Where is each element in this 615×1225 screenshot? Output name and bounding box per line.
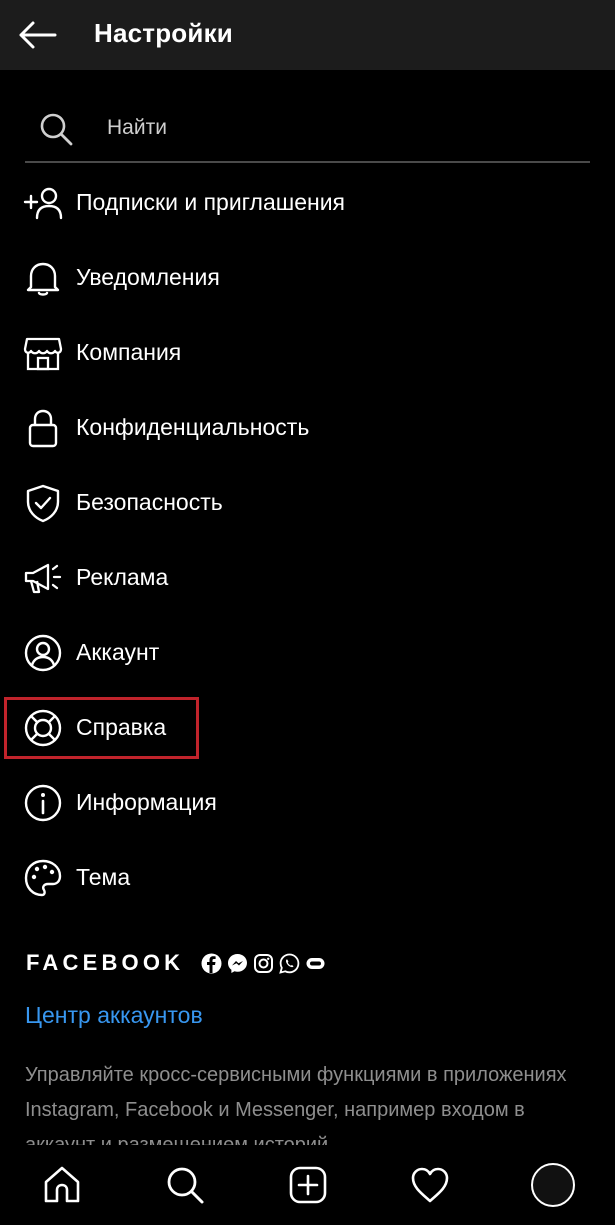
- menu-item-label: Безопасность: [76, 489, 223, 515]
- arrow-left-icon: [19, 21, 57, 49]
- info-icon: [23, 783, 63, 823]
- bell-icon: [23, 258, 63, 298]
- bottom-navigation: [0, 1145, 615, 1225]
- highlight-frame: [4, 697, 199, 759]
- menu-item-label: Информация: [76, 789, 217, 815]
- menu-item-security[interactable]: Безопасность: [0, 465, 615, 540]
- menu-item-label: Уведомления: [76, 264, 220, 290]
- menu-item-notifications[interactable]: Уведомления: [0, 240, 615, 315]
- portal-icon: [305, 953, 326, 974]
- menu-item-label: Тема: [76, 864, 131, 890]
- facebook-icon: [201, 953, 222, 974]
- back-button[interactable]: [16, 14, 58, 56]
- menu-item-label: Конфиденциальность: [76, 414, 310, 440]
- shop-icon: [23, 333, 63, 373]
- search-placeholder: Найти: [107, 116, 167, 139]
- profile-button[interactable]: [528, 1160, 578, 1210]
- activity-button[interactable]: [405, 1160, 455, 1210]
- menu-item-ads[interactable]: Реклама: [0, 540, 615, 615]
- profile-avatar: [531, 1163, 575, 1207]
- heart-icon: [411, 1167, 449, 1203]
- menu-item-follow-invite[interactable]: Подписки и приглашения: [0, 165, 615, 240]
- home-button[interactable]: [37, 1160, 87, 1210]
- palette-icon: [23, 858, 63, 898]
- add-person-icon: [23, 183, 63, 223]
- instagram-icon: [253, 953, 274, 974]
- page-title: Настройки: [94, 18, 233, 48]
- search-field[interactable]: Найти: [25, 95, 590, 163]
- whatsapp-icon: [279, 953, 300, 974]
- menu-item-about[interactable]: Информация: [0, 765, 615, 840]
- menu-item-label: Реклама: [76, 564, 169, 590]
- family-app-icons: [201, 953, 326, 974]
- accounts-center-link[interactable]: Центр аккаунтов: [25, 1002, 203, 1029]
- menu-item-business[interactable]: Компания: [0, 315, 615, 390]
- menu-item-label: Подписки и приглашения: [76, 189, 346, 215]
- search-nav-button[interactable]: [160, 1160, 210, 1210]
- messenger-icon: [227, 953, 248, 974]
- new-post-icon: [289, 1166, 327, 1204]
- lock-icon: [23, 408, 63, 448]
- settings-menu: Подписки и приглашения Уведомления Компа…: [0, 165, 615, 915]
- menu-item-label: Аккаунт: [76, 639, 160, 665]
- menu-item-theme[interactable]: Тема: [0, 840, 615, 915]
- megaphone-icon: [23, 558, 63, 598]
- new-post-button[interactable]: [283, 1160, 333, 1210]
- shield-icon: [23, 483, 63, 523]
- menu-item-privacy[interactable]: Конфиденциальность: [0, 390, 615, 465]
- facebook-wordmark: FACEBOOK: [26, 950, 185, 975]
- search-icon: [40, 113, 73, 146]
- menu-item-account[interactable]: Аккаунт: [0, 615, 615, 690]
- menu-item-label: Компания: [76, 339, 182, 365]
- search-icon: [167, 1167, 204, 1204]
- facebook-brand: FACEBOOK: [26, 950, 326, 976]
- app-header: Настройки: [0, 0, 615, 70]
- home-icon: [44, 1166, 80, 1203]
- account-icon: [23, 633, 63, 673]
